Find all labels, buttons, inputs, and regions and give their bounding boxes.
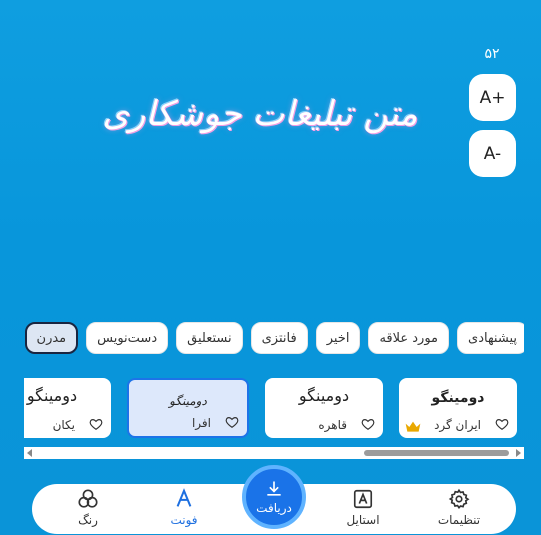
font-card[interactable]: دومینگو ایران گرد bbox=[399, 378, 517, 438]
font-icon bbox=[176, 488, 192, 507]
category-chip[interactable]: مدرن bbox=[24, 322, 79, 354]
horizontal-scrollbar[interactable] bbox=[24, 447, 524, 459]
download-icon bbox=[267, 481, 281, 496]
nav-font-label: فونت bbox=[170, 513, 198, 527]
font-cards: دومینگو ایران گرد دومینگو قاهره دومینگو افرا د… bbox=[24, 378, 517, 438]
nav-settings-label: تنظیمات bbox=[437, 513, 481, 527]
download-button[interactable]: دریافت bbox=[242, 465, 306, 529]
category-chip[interactable]: نستعلیق bbox=[176, 322, 243, 354]
font-size-readout: ۵۲ bbox=[484, 46, 500, 62]
font-card-name: قاهره bbox=[318, 418, 347, 432]
font-card-preview: دومینگو bbox=[431, 390, 485, 406]
category-chip[interactable]: فانتزی bbox=[250, 322, 308, 354]
category-chip[interactable]: پیشنهادی bbox=[457, 322, 524, 354]
heart-icon[interactable] bbox=[225, 414, 239, 428]
nav-color[interactable]: رنگ bbox=[48, 488, 128, 532]
increase-font-size-button[interactable]: A+ bbox=[469, 74, 516, 121]
scrollbar-thumb[interactable] bbox=[364, 450, 509, 456]
font-card-preview: دومینگو bbox=[298, 386, 350, 405]
font-card[interactable]: دومینگو قاهره bbox=[265, 378, 383, 438]
nav-style-label: استایل bbox=[346, 513, 380, 527]
heart-icon[interactable] bbox=[89, 416, 103, 430]
font-card-name: یکان bbox=[52, 418, 75, 432]
font-card-preview: دومینگو bbox=[169, 394, 207, 408]
heart-icon[interactable] bbox=[495, 416, 509, 430]
category-chips-track: پیشنهادی مورد علاقه اخیر فانتزی نستعلیق دست‌ن… bbox=[24, 322, 524, 354]
download-label: دریافت bbox=[256, 501, 292, 515]
heart-icon[interactable] bbox=[361, 416, 375, 430]
gear-icon bbox=[448, 488, 470, 510]
category-chip[interactable]: اخیر bbox=[315, 322, 361, 354]
font-cards-track: دومینگو ایران گرد دومینگو قاهره دومینگو افرا د… bbox=[24, 378, 517, 438]
decrease-font-size-button[interactable]: A- bbox=[469, 130, 516, 177]
preview-text[interactable]: متن تبلیغات جوشکاری bbox=[60, 84, 460, 144]
font-card[interactable]: دومینگو یکان bbox=[24, 378, 111, 438]
category-chip[interactable]: مورد علاقه bbox=[368, 322, 450, 354]
scroll-left-arrow-icon[interactable] bbox=[27, 449, 32, 457]
category-chips: پیشنهادی مورد علاقه اخیر فانتزی نستعلیق دست‌ن… bbox=[24, 322, 524, 354]
color-palette-icon bbox=[78, 489, 98, 508]
nav-color-label: رنگ bbox=[78, 513, 98, 527]
category-chip[interactable]: دست‌نویس bbox=[86, 322, 169, 354]
text-style-icon bbox=[353, 489, 373, 509]
font-card-preview: دومینگو bbox=[26, 386, 78, 405]
scroll-right-arrow-icon[interactable] bbox=[516, 449, 521, 457]
font-card-name: ایران گرد bbox=[434, 418, 481, 432]
font-card[interactable]: دومینگو افرا bbox=[127, 378, 249, 438]
nav-style[interactable]: استایل bbox=[323, 488, 403, 532]
nav-settings[interactable]: تنظیمات bbox=[419, 488, 499, 532]
nav-font[interactable]: فونت bbox=[144, 488, 224, 532]
crown-icon bbox=[405, 418, 421, 432]
font-card-name: افرا bbox=[191, 416, 211, 430]
